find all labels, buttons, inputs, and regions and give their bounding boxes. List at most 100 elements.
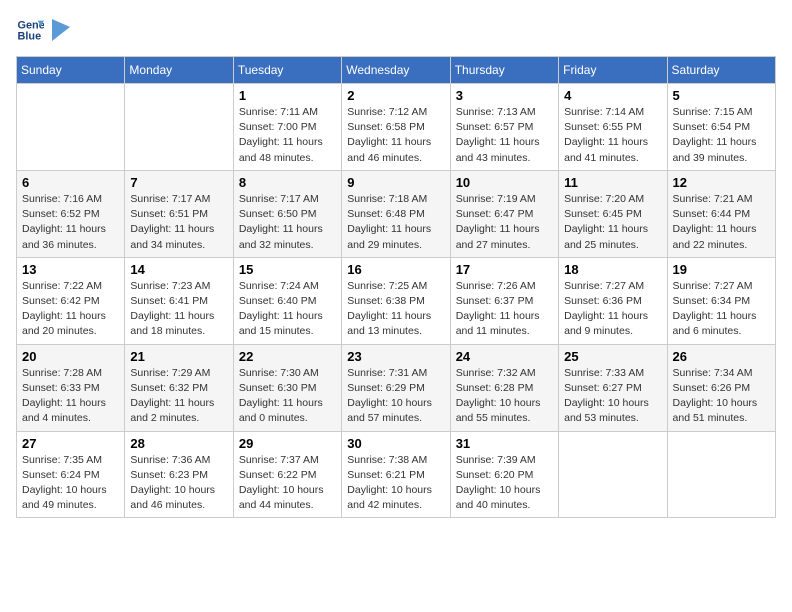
day-info: Sunrise: 7:14 AMSunset: 6:55 PMDaylight:…: [564, 105, 661, 166]
weekday-header-friday: Friday: [559, 57, 667, 84]
logo-icon: General Blue: [16, 16, 44, 44]
day-number: 21: [130, 349, 227, 364]
day-number: 6: [22, 175, 119, 190]
calendar-cell: 20 Sunrise: 7:28 AMSunset: 6:33 PMDayligh…: [17, 344, 125, 431]
calendar-cell: 1 Sunrise: 7:11 AMSunset: 7:00 PMDaylight…: [233, 84, 341, 171]
weekday-header-sunday: Sunday: [17, 57, 125, 84]
day-info: Sunrise: 7:26 AMSunset: 6:37 PMDaylight:…: [456, 279, 553, 340]
day-info: Sunrise: 7:18 AMSunset: 6:48 PMDaylight:…: [347, 192, 444, 253]
logo: General Blue: [16, 16, 70, 44]
day-number: 19: [673, 262, 770, 277]
calendar-cell: 29Sunrise: 7:37 AMSunset: 6:22 PMDayligh…: [233, 431, 341, 518]
calendar-cell: 6 Sunrise: 7:16 AMSunset: 6:52 PMDaylight…: [17, 170, 125, 257]
day-info: Sunrise: 7:38 AMSunset: 6:21 PMDaylight:…: [347, 453, 444, 514]
day-number: 17: [456, 262, 553, 277]
calendar-cell: [559, 431, 667, 518]
calendar-cell: 8 Sunrise: 7:17 AMSunset: 6:50 PMDaylight…: [233, 170, 341, 257]
day-number: 3: [456, 88, 553, 103]
day-number: 28: [130, 436, 227, 451]
day-info: Sunrise: 7:24 AMSunset: 6:40 PMDaylight:…: [239, 279, 336, 340]
day-number: 26: [673, 349, 770, 364]
calendar-cell: 30 Sunrise: 7:38 AMSunset: 6:21 PMDayligh…: [342, 431, 450, 518]
day-info: Sunrise: 7:13 AMSunset: 6:57 PMDaylight:…: [456, 105, 553, 166]
day-info: Sunrise: 7:15 AMSunset: 6:54 PMDaylight:…: [673, 105, 770, 166]
day-info: Sunrise: 7:34 AMSunset: 6:26 PMDaylight:…: [673, 366, 770, 427]
day-number: 14: [130, 262, 227, 277]
logo-triangle-icon: [52, 19, 70, 41]
calendar-cell: 9 Sunrise: 7:18 AMSunset: 6:48 PMDaylight…: [342, 170, 450, 257]
day-number: 11: [564, 175, 661, 190]
day-info: Sunrise: 7:31 AMSunset: 6:29 PMDaylight:…: [347, 366, 444, 427]
calendar-cell: [17, 84, 125, 171]
calendar-cell: 21 Sunrise: 7:29 AMSunset: 6:32 PMDayligh…: [125, 344, 233, 431]
calendar-cell: 26 Sunrise: 7:34 AMSunset: 6:26 PMDayligh…: [667, 344, 775, 431]
day-info: Sunrise: 7:37 AMSunset: 6:22 PMDaylight:…: [239, 453, 336, 514]
calendar-cell: 22 Sunrise: 7:30 AMSunset: 6:30 PMDayligh…: [233, 344, 341, 431]
day-info: Sunrise: 7:36 AMSunset: 6:23 PMDaylight:…: [130, 453, 227, 514]
day-number: 24: [456, 349, 553, 364]
calendar-cell: [125, 84, 233, 171]
day-number: 5: [673, 88, 770, 103]
day-number: 31: [456, 436, 553, 451]
calendar-cell: 31 Sunrise: 7:39 AMSunset: 6:20 PMDayligh…: [450, 431, 558, 518]
day-info: Sunrise: 7:32 AMSunset: 6:28 PMDaylight:…: [456, 366, 553, 427]
day-info: Sunrise: 7:22 AMSunset: 6:42 PMDaylight:…: [22, 279, 119, 340]
day-info: Sunrise: 7:27 AMSunset: 6:36 PMDaylight:…: [564, 279, 661, 340]
day-number: 25: [564, 349, 661, 364]
calendar-cell: 4 Sunrise: 7:14 AMSunset: 6:55 PMDaylight…: [559, 84, 667, 171]
day-number: 15: [239, 262, 336, 277]
calendar-cell: 3 Sunrise: 7:13 AMSunset: 6:57 PMDaylight…: [450, 84, 558, 171]
calendar-cell: 25Sunrise: 7:33 AMSunset: 6:27 PMDayligh…: [559, 344, 667, 431]
day-info: Sunrise: 7:17 AMSunset: 6:51 PMDaylight:…: [130, 192, 227, 253]
weekday-header-thursday: Thursday: [450, 57, 558, 84]
day-number: 1: [239, 88, 336, 103]
day-info: Sunrise: 7:21 AMSunset: 6:44 PMDaylight:…: [673, 192, 770, 253]
day-info: Sunrise: 7:28 AMSunset: 6:33 PMDaylight:…: [22, 366, 119, 427]
day-number: 12: [673, 175, 770, 190]
calendar-cell: 12 Sunrise: 7:21 AMSunset: 6:44 PMDayligh…: [667, 170, 775, 257]
calendar-cell: 14 Sunrise: 7:23 AMSunset: 6:41 PMDayligh…: [125, 257, 233, 344]
day-number: 4: [564, 88, 661, 103]
day-number: 18: [564, 262, 661, 277]
day-info: Sunrise: 7:12 AMSunset: 6:58 PMDaylight:…: [347, 105, 444, 166]
calendar-cell: 24 Sunrise: 7:32 AMSunset: 6:28 PMDayligh…: [450, 344, 558, 431]
calendar-cell: 5 Sunrise: 7:15 AMSunset: 6:54 PMDaylight…: [667, 84, 775, 171]
day-info: Sunrise: 7:30 AMSunset: 6:30 PMDaylight:…: [239, 366, 336, 427]
weekday-header-monday: Monday: [125, 57, 233, 84]
day-number: 7: [130, 175, 227, 190]
day-info: Sunrise: 7:16 AMSunset: 6:52 PMDaylight:…: [22, 192, 119, 253]
weekday-header-wednesday: Wednesday: [342, 57, 450, 84]
day-number: 20: [22, 349, 119, 364]
day-number: 27: [22, 436, 119, 451]
day-number: 8: [239, 175, 336, 190]
calendar-cell: 15 Sunrise: 7:24 AMSunset: 6:40 PMDayligh…: [233, 257, 341, 344]
day-info: Sunrise: 7:11 AMSunset: 7:00 PMDaylight:…: [239, 105, 336, 166]
day-info: Sunrise: 7:17 AMSunset: 6:50 PMDaylight:…: [239, 192, 336, 253]
calendar-cell: 17 Sunrise: 7:26 AMSunset: 6:37 PMDayligh…: [450, 257, 558, 344]
day-info: Sunrise: 7:39 AMSunset: 6:20 PMDaylight:…: [456, 453, 553, 514]
day-info: Sunrise: 7:35 AMSunset: 6:24 PMDaylight:…: [22, 453, 119, 514]
day-number: 30: [347, 436, 444, 451]
calendar-cell: 10 Sunrise: 7:19 AMSunset: 6:47 PMDayligh…: [450, 170, 558, 257]
calendar-cell: 16Sunrise: 7:25 AMSunset: 6:38 PMDayligh…: [342, 257, 450, 344]
day-info: Sunrise: 7:23 AMSunset: 6:41 PMDaylight:…: [130, 279, 227, 340]
day-number: 2: [347, 88, 444, 103]
day-number: 22: [239, 349, 336, 364]
day-info: Sunrise: 7:20 AMSunset: 6:45 PMDaylight:…: [564, 192, 661, 253]
calendar-cell: 13Sunrise: 7:22 AMSunset: 6:42 PMDayligh…: [17, 257, 125, 344]
day-number: 23: [347, 349, 444, 364]
header: General Blue: [16, 16, 776, 44]
weekday-header-tuesday: Tuesday: [233, 57, 341, 84]
calendar-cell: 27 Sunrise: 7:35 AMSunset: 6:24 PMDayligh…: [17, 431, 125, 518]
calendar-cell: 19Sunrise: 7:27 AMSunset: 6:34 PMDayligh…: [667, 257, 775, 344]
day-number: 10: [456, 175, 553, 190]
calendar-cell: 2 Sunrise: 7:12 AMSunset: 6:58 PMDaylight…: [342, 84, 450, 171]
weekday-header-saturday: Saturday: [667, 57, 775, 84]
calendar-table: SundayMondayTuesdayWednesdayThursdayFrid…: [16, 56, 776, 518]
day-number: 9: [347, 175, 444, 190]
calendar-cell: 18 Sunrise: 7:27 AMSunset: 6:36 PMDayligh…: [559, 257, 667, 344]
day-info: Sunrise: 7:29 AMSunset: 6:32 PMDaylight:…: [130, 366, 227, 427]
day-info: Sunrise: 7:25 AMSunset: 6:38 PMDaylight:…: [347, 279, 444, 340]
calendar-cell: 23 Sunrise: 7:31 AMSunset: 6:29 PMDayligh…: [342, 344, 450, 431]
day-info: Sunrise: 7:19 AMSunset: 6:47 PMDaylight:…: [456, 192, 553, 253]
